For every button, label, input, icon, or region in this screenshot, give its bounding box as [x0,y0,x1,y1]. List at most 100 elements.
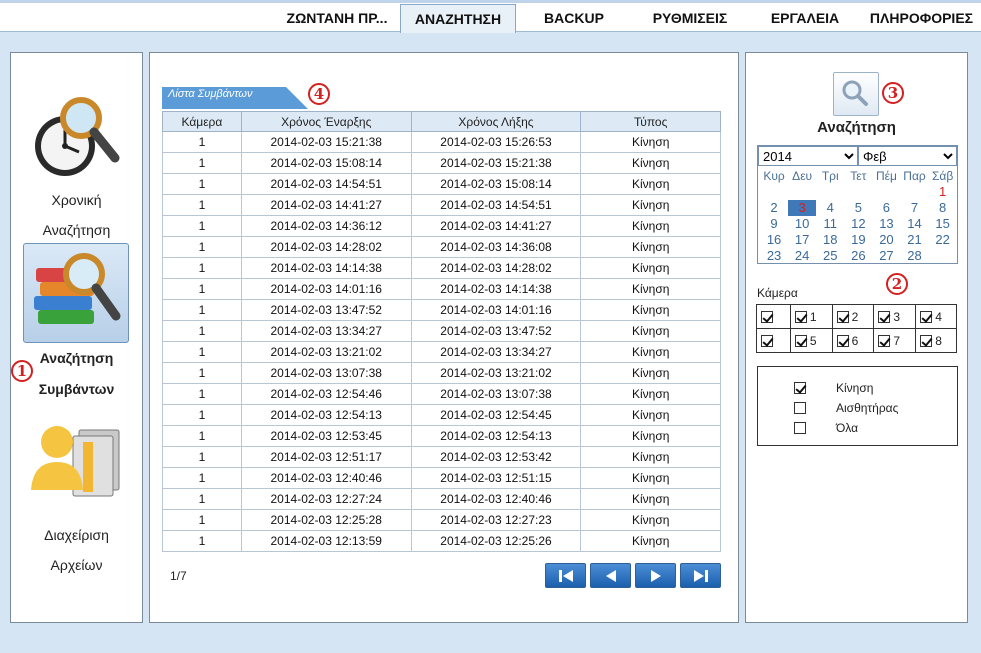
event-list-tab[interactable]: Λίστα Συμβάντων [162,83,308,109]
calendar-day[interactable]: 28 [900,248,928,264]
next-page-button[interactable] [635,563,676,588]
table-row[interactable]: 1 2014-02-03 13:21:02 2014-02-03 13:34:27 Κ… [162,341,721,363]
camera-checkbox[interactable] [836,310,849,323]
calendar-day[interactable]: 3 [788,200,817,216]
table-row[interactable]: 1 2014-02-03 12:51:17 2014-02-03 12:53:42 Κ… [162,446,721,468]
camera-checkbox[interactable] [794,334,807,347]
calendar-day[interactable]: 7 [900,200,928,216]
cell-start-time: 2014-02-03 13:21:02 [240,341,412,363]
calendar-day[interactable]: 11 [816,216,844,232]
calendar-day[interactable]: 6 [872,200,900,216]
table-row[interactable]: 1 2014-02-03 14:36:12 2014-02-03 14:41:27 Κ… [162,215,721,237]
select-all-cameras-checkbox[interactable] [761,334,773,347]
table-row[interactable]: 1 2014-02-03 12:13:59 2014-02-03 12:25:26 Κ… [162,530,721,552]
last-page-button[interactable] [680,563,721,588]
camera-checkbox[interactable] [920,334,933,347]
calendar-day[interactable]: 20 [872,232,900,248]
column-header-camera[interactable]: Κάμερα [162,111,242,132]
calendar-day[interactable]: 8 [929,200,957,216]
calendar-day[interactable]: 25 [816,248,844,264]
table-row[interactable]: 1 2014-02-03 12:53:45 2014-02-03 12:54:13 Κ… [162,425,721,447]
calendar-day[interactable]: 13 [872,216,900,232]
cell-type: Κίνηση [580,215,721,237]
table-row[interactable]: 1 2014-02-03 13:47:52 2014-02-03 14:01:16 Κ… [162,299,721,321]
calendar-day[interactable]: 17 [788,232,816,248]
tab-backup[interactable]: BACKUP [530,4,618,32]
search-button[interactable] [833,72,879,116]
calendar-day[interactable]: 21 [900,232,928,248]
camera-checkbox[interactable] [878,310,891,323]
camera-checkbox[interactable] [878,334,891,347]
camera-checkbox[interactable] [794,310,807,323]
calendar-day[interactable]: 23 [760,248,788,264]
clock-search-icon [23,88,129,188]
calendar-day[interactable]: 19 [844,232,872,248]
event-type-option[interactable]: Όλα [794,421,858,435]
sidebar-item-event-search[interactable]: Αναζήτηση Συμβάντων [11,243,142,403]
camera-number-label: 3 [893,309,901,324]
cell-camera: 1 [162,530,242,552]
table-row[interactable]: 1 2014-02-03 13:07:38 2014-02-03 13:21:02 Κ… [162,362,721,384]
cell-end-time: 2014-02-03 14:01:16 [410,299,582,321]
calendar-day[interactable]: 26 [844,248,872,264]
table-row[interactable]: 1 2014-02-03 14:41:27 2014-02-03 14:54:51 Κ… [162,194,721,216]
column-header-end-time[interactable]: Χρόνος Λήξης [410,111,582,132]
search-filter-panel: 3 Αναζήτηση 2014 Φεβ Κυρ Δευ Τρι Τετ Πέμ Παρ Σ… [745,52,968,623]
camera-checkbox[interactable] [836,334,849,347]
sidebar-item-file-management[interactable]: Διαχείριση Αρχείων [11,408,142,573]
calendar-day[interactable]: 27 [872,248,900,264]
column-header-type[interactable]: Τύπος [580,111,721,132]
event-type-label: Αισθητήρας [836,401,899,415]
calendar-day[interactable]: 12 [844,216,872,232]
table-row[interactable]: 1 2014-02-03 14:28:02 2014-02-03 14:36:08 Κ… [162,236,721,258]
calendar-day[interactable]: 18 [816,232,844,248]
skip-last-icon [694,570,708,582]
select-all-cameras-checkbox[interactable] [761,310,773,323]
tab-info[interactable]: ΠΛΗΡΟΦΟΡΙΕΣ [862,4,981,32]
tab-search[interactable]: ΑΝΑΖΗΤΗΣΗ [400,4,516,33]
table-row[interactable]: 1 2014-02-03 12:25:28 2014-02-03 12:27:23 Κ… [162,509,721,531]
camera-number-label: 8 [935,333,942,348]
calendar-day[interactable]: 16 [760,232,788,248]
calendar-day[interactable]: 1 [929,184,957,200]
table-row[interactable]: 1 2014-02-03 14:14:38 2014-02-03 14:28:02 Κ… [162,257,721,279]
camera-label: Κάμερα [757,286,798,300]
tab-live[interactable]: ΖΩΝΤΑΝΗ ΠΡ... [276,4,398,32]
column-header-start-time[interactable]: Χρόνος Έναρξης [240,111,412,132]
table-row[interactable]: 1 2014-02-03 13:34:27 2014-02-03 13:47:52 Κ… [162,320,721,342]
calendar-day[interactable]: 10 [788,216,816,232]
table-row[interactable]: 1 2014-02-03 12:40:46 2014-02-03 12:51:15 Κ… [162,467,721,489]
table-row[interactable]: 1 2014-02-03 14:54:51 2014-02-03 15:08:14 Κ… [162,173,721,195]
year-select[interactable]: 2014 [758,146,858,166]
sidebar-item-time-search[interactable]: Χρονική Αναζήτηση [11,83,142,243]
next-icon [651,570,661,582]
calendar-day[interactable]: 2 [760,200,788,216]
event-type-option[interactable]: Αισθητήρας [794,401,898,415]
table-row[interactable]: 1 2014-02-03 12:27:24 2014-02-03 12:40:46 Κ… [162,488,721,510]
event-type-option[interactable]: Κίνηση [794,381,873,395]
calendar-day[interactable]: 9 [760,216,788,232]
camera-cell: 7 [873,328,917,353]
table-row[interactable]: 1 2014-02-03 14:01:16 2014-02-03 14:14:38 Κ… [162,278,721,300]
table-row[interactable]: 1 2014-02-03 15:21:38 2014-02-03 15:26:53 Κ… [162,131,721,153]
table-row[interactable]: 1 2014-02-03 12:54:13 2014-02-03 12:54:45 Κ… [162,404,721,426]
table-row[interactable]: 1 2014-02-03 12:54:46 2014-02-03 13:07:38 Κ… [162,383,721,405]
month-select[interactable]: Φεβ [858,146,957,166]
cell-camera: 1 [162,152,242,174]
tab-tools[interactable]: ΕΡΓΑΛΕΙΑ [756,4,854,32]
calendar-day[interactable]: 14 [900,216,928,232]
tab-settings[interactable]: ΡΥΘΜΙΣΕΙΣ [632,4,748,32]
first-page-button[interactable] [545,563,586,588]
event-type-checkbox[interactable] [794,402,806,414]
calendar-day[interactable]: 5 [844,200,872,216]
calendar-day[interactable]: 24 [788,248,816,264]
table-row[interactable]: 1 2014-02-03 15:08:14 2014-02-03 15:21:38 Κ… [162,152,721,174]
calendar-day[interactable]: 4 [816,200,844,216]
event-type-checkbox[interactable] [794,382,806,394]
previous-page-button[interactable] [590,563,631,588]
event-type-checkbox[interactable] [794,422,806,434]
camera-checkbox[interactable] [920,310,933,323]
calendar-day[interactable]: 22 [929,232,957,248]
calendar-day[interactable]: 15 [929,216,957,232]
cell-start-time: 2014-02-03 14:36:12 [240,215,412,237]
